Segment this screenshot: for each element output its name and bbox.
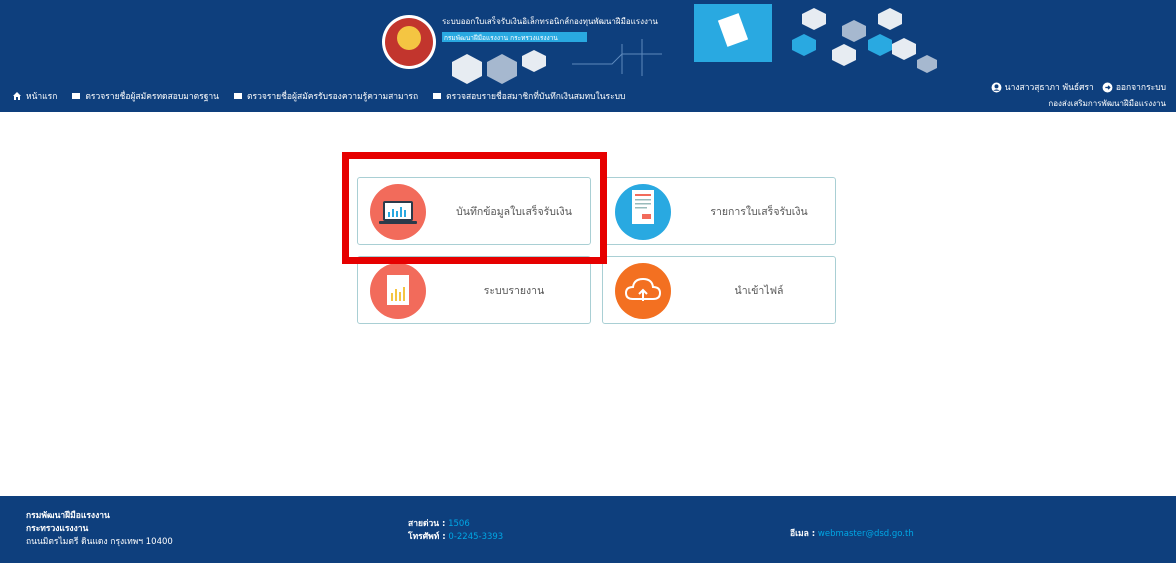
list-icon [72, 93, 81, 99]
tile-label: ระบบรายงาน [483, 284, 545, 297]
circuit-lines [572, 39, 662, 76]
phone-label: โทรศัพท์ : [408, 532, 446, 542]
email-link[interactable]: webmaster@dsd.go.th [818, 529, 914, 539]
user-department: กองส่งเสริมการพัฒนาฝีมือแรงงาน [1048, 99, 1166, 108]
footer-ministry: กระทรวงแรงงาน [26, 524, 89, 534]
nav-item-label: หน้าแรก [26, 92, 58, 102]
footer-org-info: กรมพัฒนาฝีมือแรงงาน กระทรวงแรงงาน ถนนมิต… [26, 510, 173, 549]
logout-label: ออกจากระบบ [1115, 83, 1166, 93]
email-label: อีเมล : [790, 529, 816, 539]
footer-contact: สายด่วน : 1506 โทรศัพท์ : 0-2245-3393 [408, 518, 503, 544]
tile-icon-circle [370, 184, 426, 240]
logout-button[interactable]: ออกจากระบบ [1102, 80, 1166, 94]
nav-item-label: ตรวจรายชื่อผู้สมัครทดสอบมาตรฐาน [85, 92, 219, 102]
footer-email: อีเมล : webmaster@dsd.go.th [790, 526, 914, 540]
banner-subtitle: กรมพัฒนาฝีมือแรงงาน กระทรวงแรงงาน [444, 34, 558, 42]
home-icon [13, 92, 21, 100]
report-icon [387, 275, 409, 305]
user-name: นางสาวสุธาภา พันธ์ศรา [1004, 83, 1094, 93]
tile-icon-circle [615, 263, 671, 319]
laptop-chart-icon [379, 201, 417, 224]
tile-label: รายการใบเสร็จรับเงิน [710, 205, 808, 218]
tile-icon-circle [370, 263, 426, 319]
emblem-core [397, 26, 421, 50]
nav-item-home[interactable]: หน้าแรก [12, 89, 57, 103]
footer: กรมพัฒนาฝีมือแรงงาน กระทรวงแรงงาน ถนนมิต… [0, 496, 1176, 563]
footer-org: กรมพัฒนาฝีมือแรงงาน [26, 511, 110, 521]
phone-value[interactable]: 0-2245-3393 [448, 532, 503, 542]
footer-address: ถนนมิตรไมตรี ดินแดง กรุงเทพฯ 10400 [26, 537, 173, 547]
list-icon [433, 93, 442, 99]
tile-label: บันทึกข้อมูลใบเสร็จรับเงิน [456, 205, 572, 218]
main-nav: หน้าแรก ตรวจรายชื่อผู้สมัครทดสอบมาตรฐาน … [12, 88, 625, 104]
nav-item-certification[interactable]: ตรวจรายชื่อผู้สมัครรับรองความรู้ความสามา… [233, 89, 418, 103]
user-profile[interactable]: นางสาวสุธาภา พันธ์ศรา [991, 80, 1094, 94]
receipt-icon [632, 190, 654, 224]
cloud-upload-icon [624, 277, 662, 301]
tile-label: นำเข้าไฟล์ [734, 284, 784, 297]
hotline-label: สายด่วน : [408, 519, 446, 529]
tile-record-receipt[interactable]: บันทึกข้อมูลใบเสร็จรับเงิน [357, 177, 591, 245]
user-area: นางสาวสุธาภา พันธ์ศรา ออกจากระบบ กองส่งเ… [991, 80, 1166, 110]
logout-icon [1102, 82, 1113, 92]
nav-item-label: ตรวจสอบรายชื่อสมาชิกที่บันทึกเงินสมทบในร… [446, 92, 626, 102]
tile-icon-circle [615, 184, 671, 240]
tile-receipt-list[interactable]: รายการใบเสร็จรับเงิน [602, 177, 836, 245]
header-banner: ระบบออกใบเสร็จรับเงินอิเล็กทรอนิกส์กองทุ… [382, 4, 937, 84]
nav-item-label: ตรวจรายชื่อผู้สมัครรับรองความรู้ความสามา… [247, 92, 419, 102]
nav-item-standard-test[interactable]: ตรวจรายชื่อผู้สมัครทดสอบมาตรฐาน [71, 89, 219, 103]
header: ระบบออกใบเสร็จรับเงินอิเล็กทรอนิกส์กองทุ… [0, 0, 1176, 112]
tile-report-system[interactable]: ระบบรายงาน [357, 256, 591, 324]
tile-import-file[interactable]: นำเข้าไฟล์ [602, 256, 836, 324]
hotline-value[interactable]: 1506 [448, 519, 470, 529]
list-icon [234, 93, 242, 99]
nav-item-members[interactable]: ตรวจสอบรายชื่อสมาชิกที่บันทึกเงินสมทบในร… [432, 89, 625, 103]
user-icon [991, 82, 1002, 92]
banner-title: ระบบออกใบเสร็จรับเงินอิเล็กทรอนิกส์กองทุ… [442, 16, 658, 26]
